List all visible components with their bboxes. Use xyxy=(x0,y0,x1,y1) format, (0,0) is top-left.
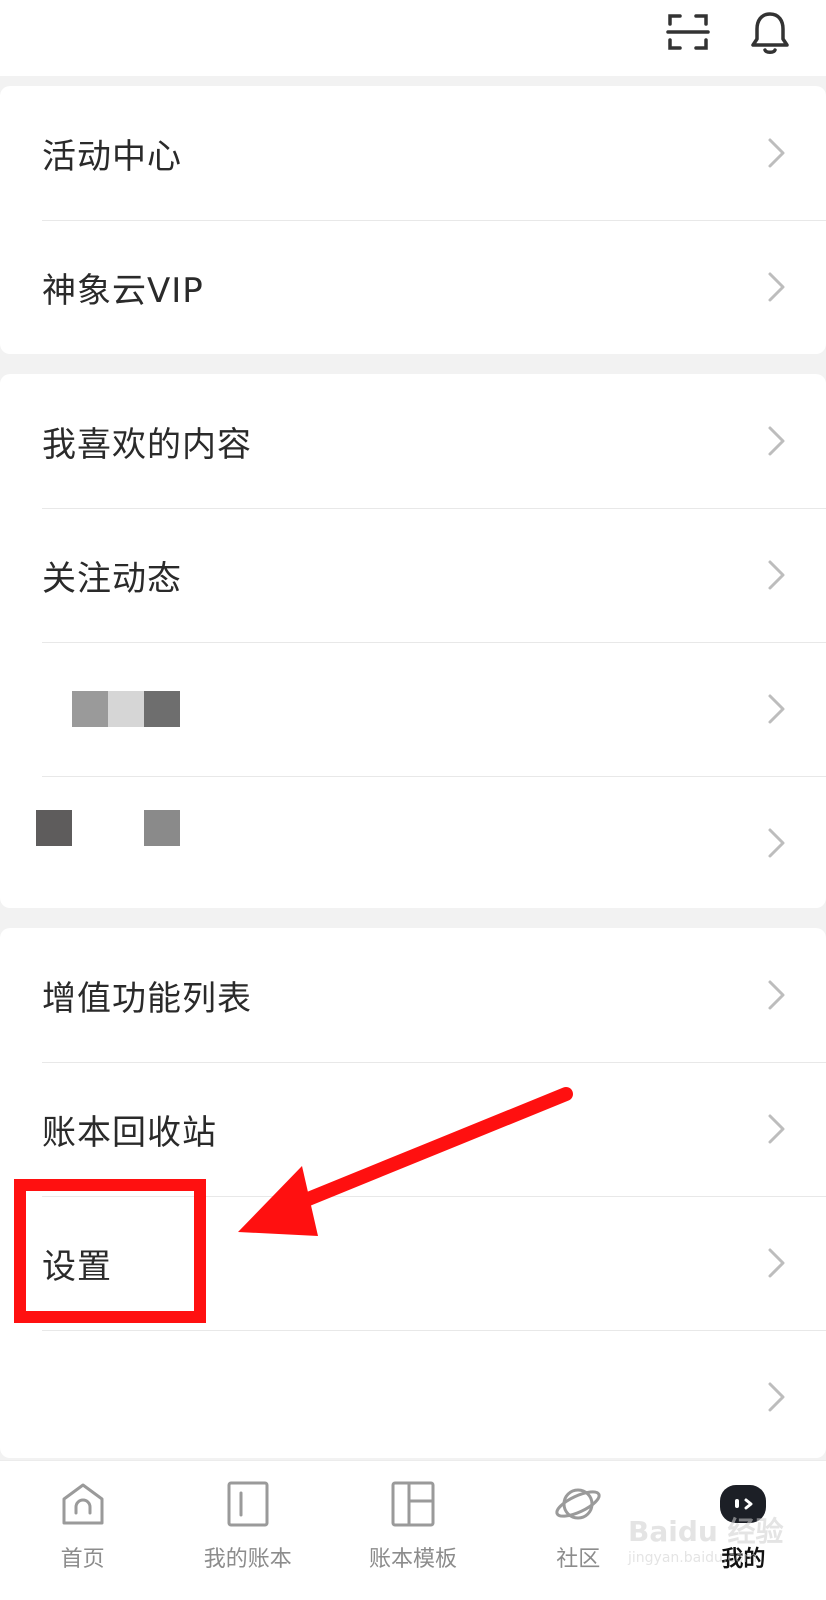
bottom-tab-bar: 首页 我的账本 账本模板 社区 我的 xyxy=(0,1460,826,1600)
tab-ledger-templates[interactable]: 账本模板 xyxy=(330,1461,495,1600)
tab-label: 我的 xyxy=(721,1547,766,1572)
redacted-label xyxy=(42,691,180,727)
chevron-right-icon xyxy=(766,424,788,458)
menu-item-redacted-2[interactable] xyxy=(0,776,826,910)
menu-item-redacted-1[interactable] xyxy=(0,642,826,776)
menu-item-label: 我喜欢的内容 xyxy=(42,424,252,465)
chevron-right-icon xyxy=(766,1246,788,1280)
chevron-right-icon xyxy=(766,136,788,170)
menu-item-following-feed[interactable]: 关注动态 xyxy=(0,508,826,642)
chevron-right-icon xyxy=(766,692,788,726)
chevron-right-icon xyxy=(766,558,788,592)
chevron-right-icon xyxy=(766,826,788,860)
home-icon xyxy=(62,1483,104,1525)
menu-item-vip[interactable]: 神象云VIP xyxy=(0,220,826,354)
chevron-right-icon xyxy=(766,978,788,1012)
menu-item-label: 活动中心 xyxy=(42,136,182,177)
menu-card-2: 我喜欢的内容 关注动态 xyxy=(0,374,826,908)
tab-label: 社区 xyxy=(556,1547,601,1572)
tab-label: 首页 xyxy=(60,1547,105,1572)
tab-label: 我的账本 xyxy=(203,1547,292,1572)
tab-my-ledger[interactable]: 我的账本 xyxy=(165,1461,330,1600)
menu-item-label: 增值功能列表 xyxy=(42,978,252,1019)
tab-home[interactable]: 首页 xyxy=(0,1461,165,1600)
menu-card-1: 活动中心 神象云VIP xyxy=(0,86,826,354)
scan-icon[interactable] xyxy=(664,8,712,56)
tab-me[interactable]: 我的 xyxy=(661,1461,826,1600)
planet-icon xyxy=(555,1488,601,1520)
menu-item-value-added-features[interactable]: 增值功能列表 xyxy=(0,928,826,1062)
menu-item-label: 神象云VIP xyxy=(42,270,204,311)
menu-item-blank[interactable] xyxy=(0,1330,826,1464)
menu-item-label: 账本回收站 xyxy=(42,1112,217,1153)
book-icon xyxy=(227,1481,269,1527)
template-icon xyxy=(391,1481,435,1527)
chevron-right-icon xyxy=(766,270,788,304)
redacted-label xyxy=(36,810,180,846)
chevron-right-icon xyxy=(766,1380,788,1414)
tab-community[interactable]: 社区 xyxy=(496,1461,661,1600)
menu-item-favorites[interactable]: 我喜欢的内容 xyxy=(0,374,826,508)
settings-highlight-box xyxy=(14,1179,206,1323)
menu-item-label: 关注动态 xyxy=(42,558,182,599)
top-bar xyxy=(0,0,826,76)
menu-item-activity-center[interactable]: 活动中心 xyxy=(0,86,826,220)
chevron-right-icon xyxy=(766,1112,788,1146)
annotation-arrow xyxy=(238,1087,573,1236)
profile-mascot-icon xyxy=(720,1485,767,1523)
tab-label: 账本模板 xyxy=(369,1547,458,1572)
bell-icon[interactable] xyxy=(746,8,794,56)
